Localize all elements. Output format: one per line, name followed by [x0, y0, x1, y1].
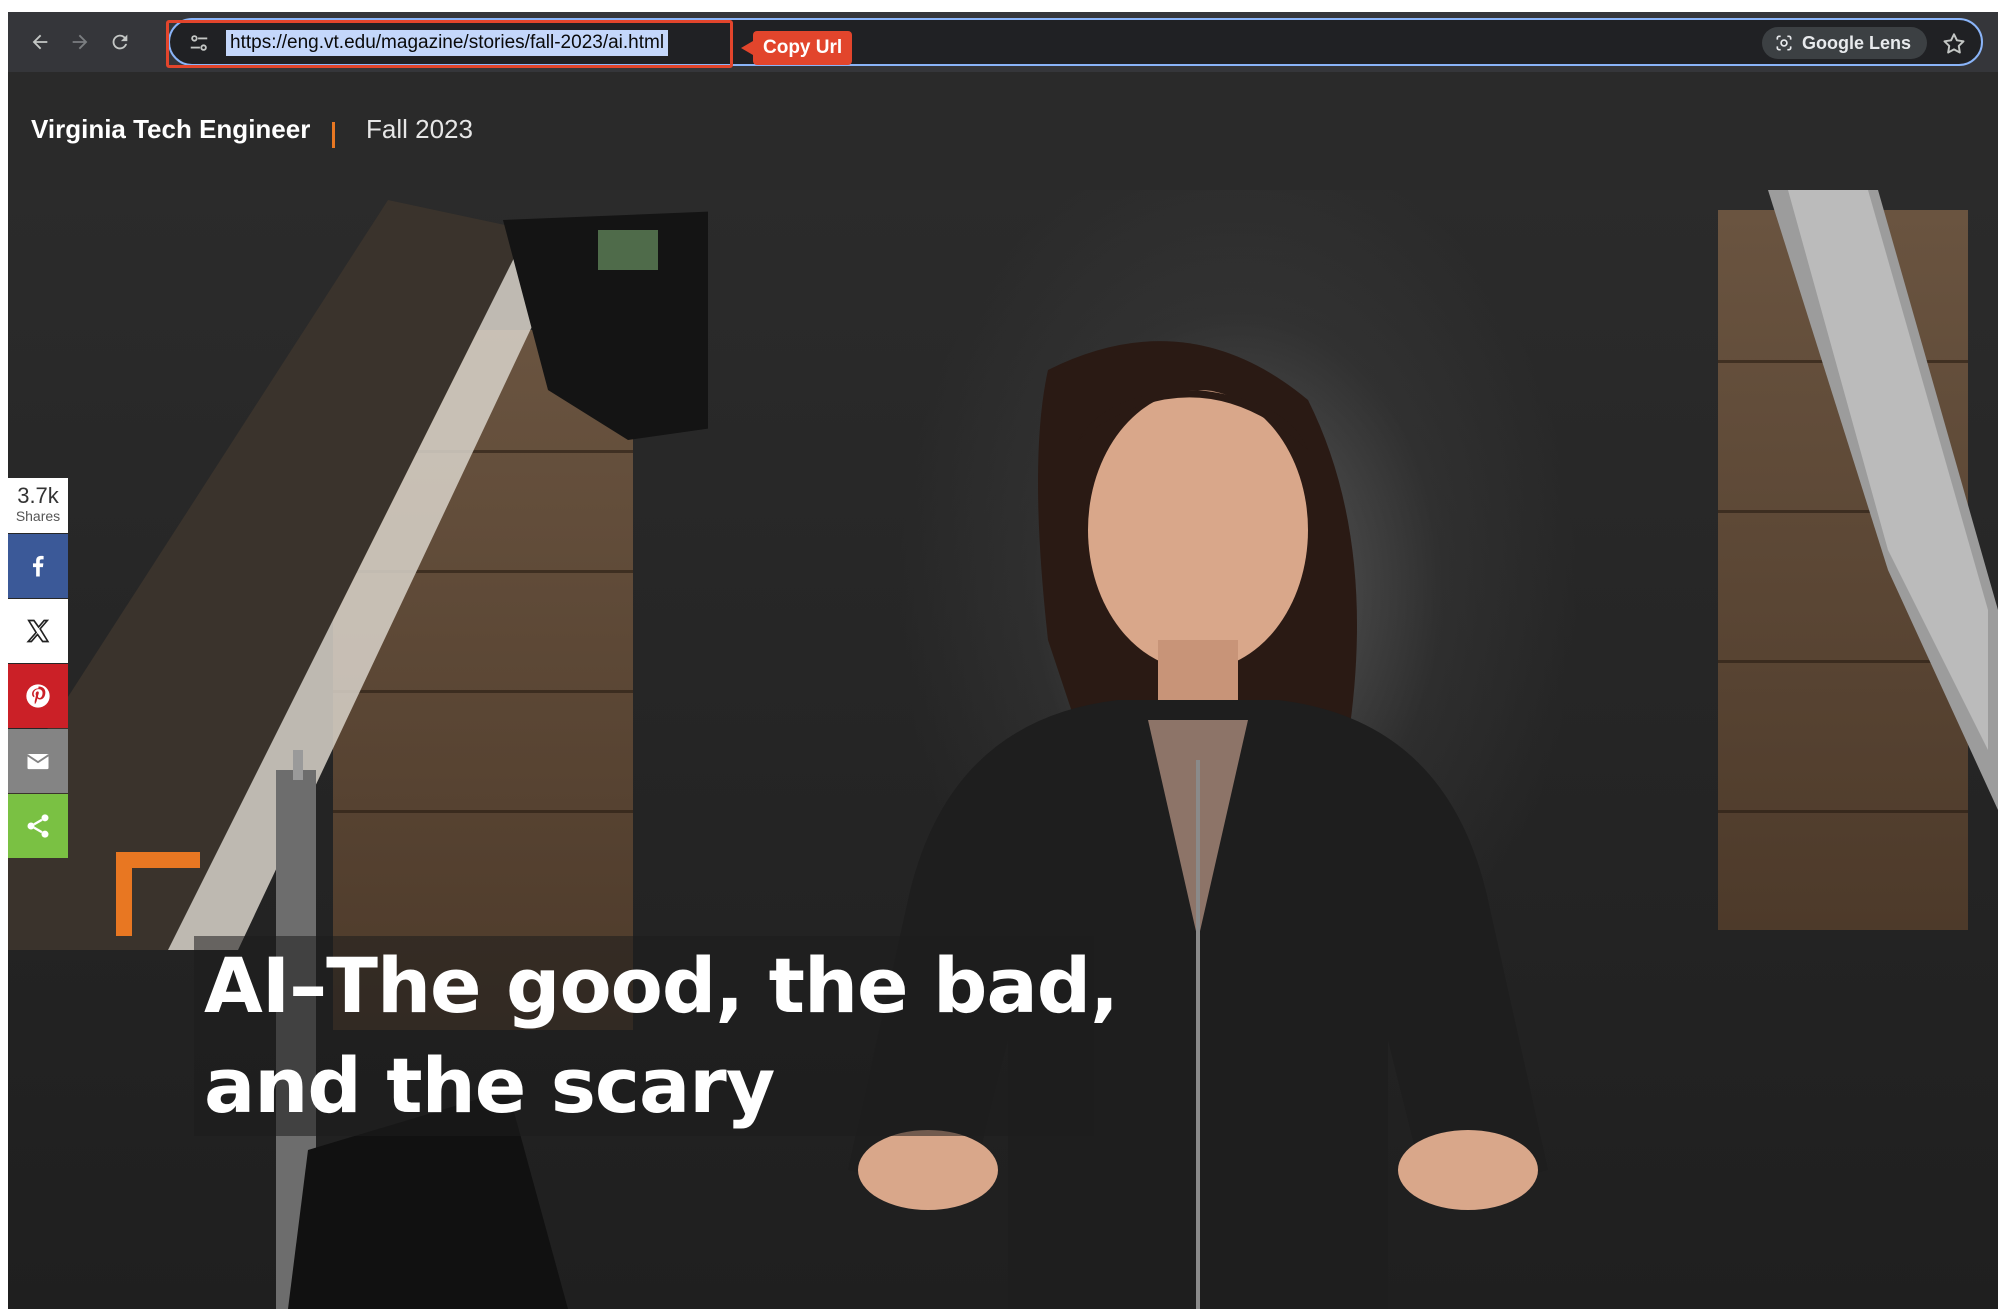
google-lens-label: Google Lens: [1801, 32, 1911, 53]
header-divider: [332, 122, 335, 148]
x-icon: [26, 619, 50, 643]
bookmark-star-icon[interactable]: [1941, 31, 1967, 57]
copy-url-annotation: Copy Url: [740, 31, 853, 65]
headline-line-2: and the scary: [204, 1041, 775, 1130]
share-count-number: 3.7k: [17, 483, 59, 508]
url-highlight-box: [166, 20, 733, 68]
share-count-caption: Shares: [15, 508, 61, 524]
share-more-button[interactable]: [8, 794, 68, 858]
share-email-button[interactable]: [8, 729, 68, 793]
headline-box: AI–The good, the bad, and the scary: [194, 936, 1119, 1136]
headline-corner-bracket: [116, 852, 200, 936]
issue-name[interactable]: Fall 2023: [366, 114, 473, 145]
share-facebook-button[interactable]: [8, 534, 68, 598]
share-x-button[interactable]: [8, 599, 68, 663]
site-title[interactable]: Virginia Tech Engineer: [31, 114, 310, 145]
back-arrow-icon[interactable]: [24, 26, 56, 58]
forward-arrow-icon[interactable]: [64, 26, 96, 58]
studio-softbox-left: [8, 200, 708, 1309]
share-count: 3.7k Shares: [8, 478, 68, 533]
google-lens-button[interactable]: Google Lens: [1761, 27, 1927, 59]
mail-icon: [26, 754, 50, 770]
site-header: Virginia Tech Engineer Fall 2023: [8, 72, 1998, 190]
hero-image: 3.7k Shares AI–The good, the bad, and th…: [8, 190, 1998, 1309]
portrait-subject: [848, 341, 1548, 1309]
studio-softbox-right: [1768, 190, 1998, 810]
facebook-icon: [32, 555, 44, 577]
share-pinterest-button[interactable]: [8, 664, 68, 728]
pinterest-icon: [26, 684, 50, 708]
share-sidebar: 3.7k Shares: [8, 478, 68, 858]
share-icon: [27, 814, 49, 838]
browser-window: https://eng.vt.edu/magazine/stories/fall…: [8, 12, 1998, 1309]
reload-icon[interactable]: [104, 26, 136, 58]
browser-toolbar: https://eng.vt.edu/magazine/stories/fall…: [8, 12, 1998, 72]
headline-line-1: AI–The good, the bad,: [204, 941, 1119, 1030]
google-lens-icon: [1776, 35, 1792, 51]
